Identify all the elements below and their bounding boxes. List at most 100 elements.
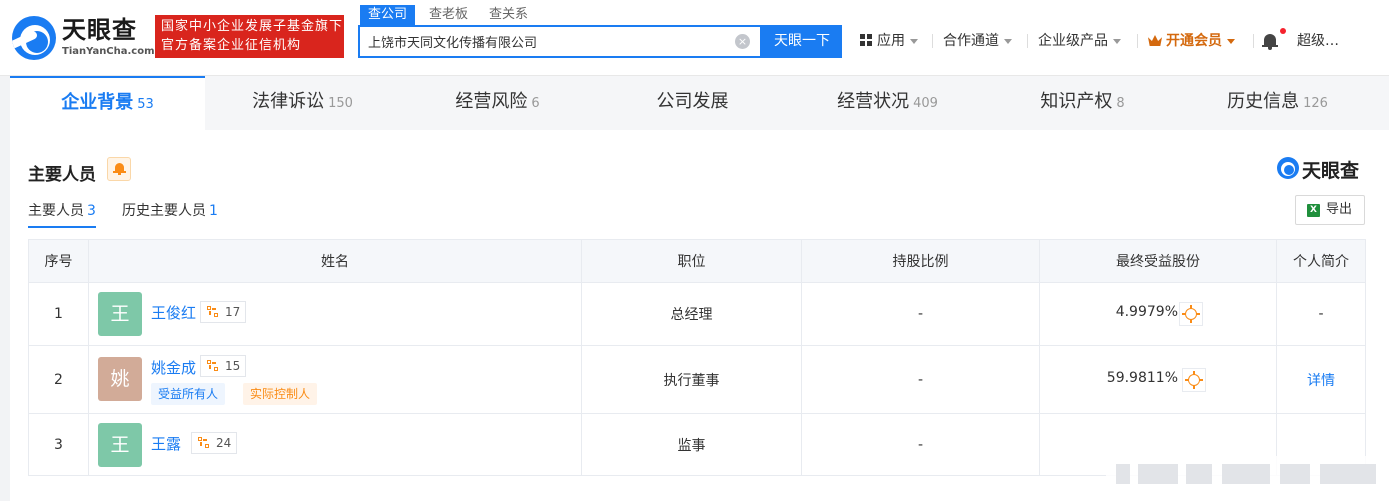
search-tab-boss[interactable]: 查老板 bbox=[429, 5, 468, 25]
export-button[interactable]: X 导出 bbox=[1295, 195, 1365, 225]
nav-channel-label: 合作通道 bbox=[943, 33, 999, 49]
header-name: 姓名 bbox=[88, 239, 582, 283]
name-cell: 王 王露 24 bbox=[88, 413, 582, 476]
relation-count-badge[interactable]: 15 bbox=[200, 355, 247, 377]
subtab-count: 1 bbox=[209, 203, 218, 219]
brand-watermark: 天眼查 bbox=[1302, 160, 1360, 182]
search-tab-company[interactable]: 查公司 bbox=[360, 5, 416, 25]
chevron-down-icon bbox=[910, 38, 918, 44]
position-cell: 监事 bbox=[581, 413, 802, 476]
relation-graph-icon bbox=[198, 437, 211, 450]
ratio-cell: - bbox=[801, 413, 1040, 476]
tab-label: 法律诉讼 bbox=[252, 91, 325, 112]
nav-vip-label: 开通会员 bbox=[1166, 33, 1222, 49]
tab-count: 409 bbox=[913, 96, 938, 111]
profile-cell: 详情 bbox=[1276, 345, 1366, 414]
person-name-link[interactable]: 王俊红 bbox=[151, 302, 196, 323]
export-label: 导出 bbox=[1326, 202, 1353, 217]
gov-badge: 国家中小企业发展子基金旗下 官方备案企业征信机构 bbox=[155, 15, 344, 58]
logo-eye-icon bbox=[12, 16, 56, 60]
nav-enterprise[interactable]: 企业级产品 bbox=[1038, 30, 1121, 52]
search-box: × bbox=[358, 25, 762, 58]
nav-apps-label: 应用 bbox=[877, 33, 905, 49]
chevron-down-icon bbox=[1227, 38, 1235, 44]
search-button[interactable]: 天眼一下 bbox=[762, 25, 842, 58]
tab-label: 经营状况 bbox=[837, 91, 910, 112]
top-header: 天眼查 TianYanCha.com 国家中小企业发展子基金旗下 官方备案企业征… bbox=[0, 0, 1389, 76]
tab-risk[interactable]: 经营风险 6 bbox=[400, 76, 595, 130]
tianyancha-logo[interactable]: 天眼查 TianYanCha.com bbox=[12, 16, 155, 60]
row-index: 1 bbox=[28, 282, 89, 346]
profile-detail-link[interactable]: 详情 bbox=[1307, 373, 1335, 389]
tab-label: 公司发展 bbox=[656, 91, 729, 112]
table-row: 2 姚 姚金成 15 受益所有人 实际控制人 执行董事 - 59.9811% 详… bbox=[28, 345, 1366, 414]
subtab-history-personnel[interactable]: 历史主要人员 1 bbox=[122, 200, 218, 228]
nav-apps[interactable]: 应用 bbox=[860, 30, 918, 52]
category-tabs: 企业背景 53 法律诉讼 150 经营风险 6 公司发展 经营状况 409 知识产权 8 … bbox=[10, 76, 1389, 130]
chevron-down-icon bbox=[1004, 38, 1012, 44]
avatar[interactable]: 王 bbox=[98, 423, 142, 467]
tab-label: 知识产权 bbox=[1040, 91, 1113, 112]
personnel-table: 序号 姓名 职位 持股比例 最终受益股份 个人简介 1 王 王俊红 17 总经理 bbox=[28, 239, 1366, 476]
tab-history[interactable]: 历史信息 126 bbox=[1180, 76, 1375, 130]
nav-user[interactable]: 超级… bbox=[1297, 30, 1339, 52]
person-name-link[interactable]: 王露 bbox=[151, 433, 181, 454]
table-header-row: 序号 姓名 职位 持股比例 最终受益股份 个人简介 bbox=[28, 239, 1366, 283]
tab-operation[interactable]: 经营状况 409 bbox=[790, 76, 985, 130]
subtab-label: 历史主要人员 bbox=[122, 203, 206, 219]
benefit-cell: 59.9811% bbox=[1039, 345, 1277, 414]
tab-legal[interactable]: 法律诉讼 150 bbox=[205, 76, 400, 130]
name-cell: 姚 姚金成 15 受益所有人 实际控制人 bbox=[88, 345, 582, 414]
tab-label: 历史信息 bbox=[1227, 91, 1300, 112]
nav-divider bbox=[1137, 34, 1138, 48]
clear-icon[interactable]: × bbox=[735, 34, 750, 49]
table-row: 1 王 王俊红 17 总经理 - 4.9979% - bbox=[28, 282, 1366, 346]
position-cell: 总经理 bbox=[581, 282, 802, 346]
relation-count-badge[interactable]: 24 bbox=[191, 432, 238, 454]
crown-icon bbox=[1148, 35, 1162, 46]
logo-subtext: TianYanCha.com bbox=[62, 46, 155, 57]
tab-count: 53 bbox=[137, 97, 154, 112]
tab-label: 经营风险 bbox=[455, 91, 528, 112]
person-name-link[interactable]: 姚金成 bbox=[151, 357, 196, 378]
header-ratio: 持股比例 bbox=[801, 239, 1040, 283]
tab-label: 企业背景 bbox=[61, 92, 134, 113]
relation-count-badge[interactable]: 17 bbox=[200, 301, 247, 323]
subtab-count: 3 bbox=[87, 203, 96, 219]
nav-divider bbox=[1253, 34, 1254, 48]
benefit-cell: 4.9979% bbox=[1039, 282, 1277, 346]
tab-ip[interactable]: 知识产权 8 bbox=[985, 76, 1180, 130]
nav-enterprise-label: 企业级产品 bbox=[1038, 33, 1108, 49]
profile-cell: - bbox=[1276, 282, 1366, 346]
ratio-cell: - bbox=[801, 282, 1040, 346]
nav-divider bbox=[932, 34, 933, 48]
search-tab-relation[interactable]: 查关系 bbox=[489, 5, 528, 25]
nav-channel[interactable]: 合作通道 bbox=[943, 30, 1012, 52]
tab-development[interactable]: 公司发展 bbox=[595, 76, 790, 130]
tab-count: 8 bbox=[1116, 96, 1125, 111]
equity-penetration-icon[interactable] bbox=[1182, 368, 1206, 392]
tab-company-background[interactable]: 企业背景 53 bbox=[10, 76, 205, 130]
row-index: 2 bbox=[28, 345, 89, 414]
relation-graph-icon bbox=[207, 306, 220, 319]
row-index: 3 bbox=[28, 413, 89, 476]
tag-actual-controller[interactable]: 实际控制人 bbox=[243, 383, 318, 405]
bell-icon[interactable] bbox=[107, 157, 131, 181]
subtab-current-personnel[interactable]: 主要人员 3 bbox=[28, 200, 96, 228]
header-benefit: 最终受益股份 bbox=[1039, 239, 1277, 283]
bell-icon[interactable] bbox=[1262, 32, 1278, 50]
avatar[interactable]: 姚 bbox=[98, 357, 142, 401]
grid-icon bbox=[860, 34, 872, 46]
excel-icon: X bbox=[1307, 204, 1320, 217]
benefit-value: 59.9811% bbox=[1106, 370, 1178, 386]
subtab-label: 主要人员 bbox=[28, 203, 84, 219]
relation-count: 15 bbox=[225, 359, 241, 373]
ratio-cell: - bbox=[801, 345, 1040, 414]
nav-vip[interactable]: 开通会员 bbox=[1148, 30, 1235, 52]
tab-count: 150 bbox=[328, 96, 353, 111]
relation-count: 17 bbox=[225, 305, 241, 319]
tag-beneficial-owner[interactable]: 受益所有人 bbox=[151, 383, 226, 405]
avatar[interactable]: 王 bbox=[98, 292, 142, 336]
search-input[interactable] bbox=[368, 27, 728, 56]
equity-penetration-icon[interactable] bbox=[1179, 302, 1203, 326]
